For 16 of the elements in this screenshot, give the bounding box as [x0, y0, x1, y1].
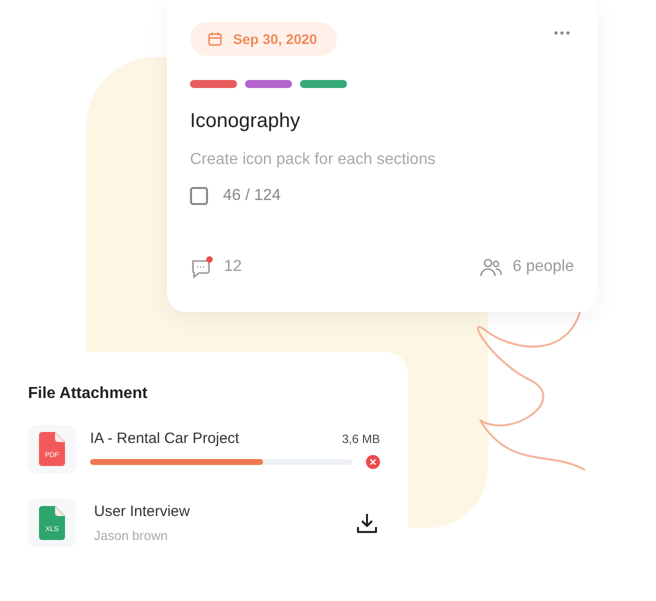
calendar-icon [207, 31, 223, 47]
comment-count: 12 [224, 258, 242, 276]
file-name: IA - Rental Car Project [90, 430, 240, 446]
checklist-checkbox[interactable] [190, 187, 208, 205]
cancel-icon[interactable] [366, 454, 380, 468]
file-size: 3,6 MB [342, 432, 380, 446]
due-date: Sep 30, 2020 [233, 31, 318, 47]
download-icon[interactable] [356, 512, 378, 534]
file-name: User Interview [94, 503, 191, 520]
task-title: Iconography [190, 110, 302, 133]
task-description: Create icon pack for each sections [190, 151, 436, 169]
section-title: File Attachment [28, 385, 148, 403]
more-options-icon[interactable] [553, 30, 571, 36]
file-owner: Jason brown [94, 528, 169, 543]
comment-icon[interactable] [190, 255, 214, 279]
member-count: 6 people [512, 258, 574, 276]
